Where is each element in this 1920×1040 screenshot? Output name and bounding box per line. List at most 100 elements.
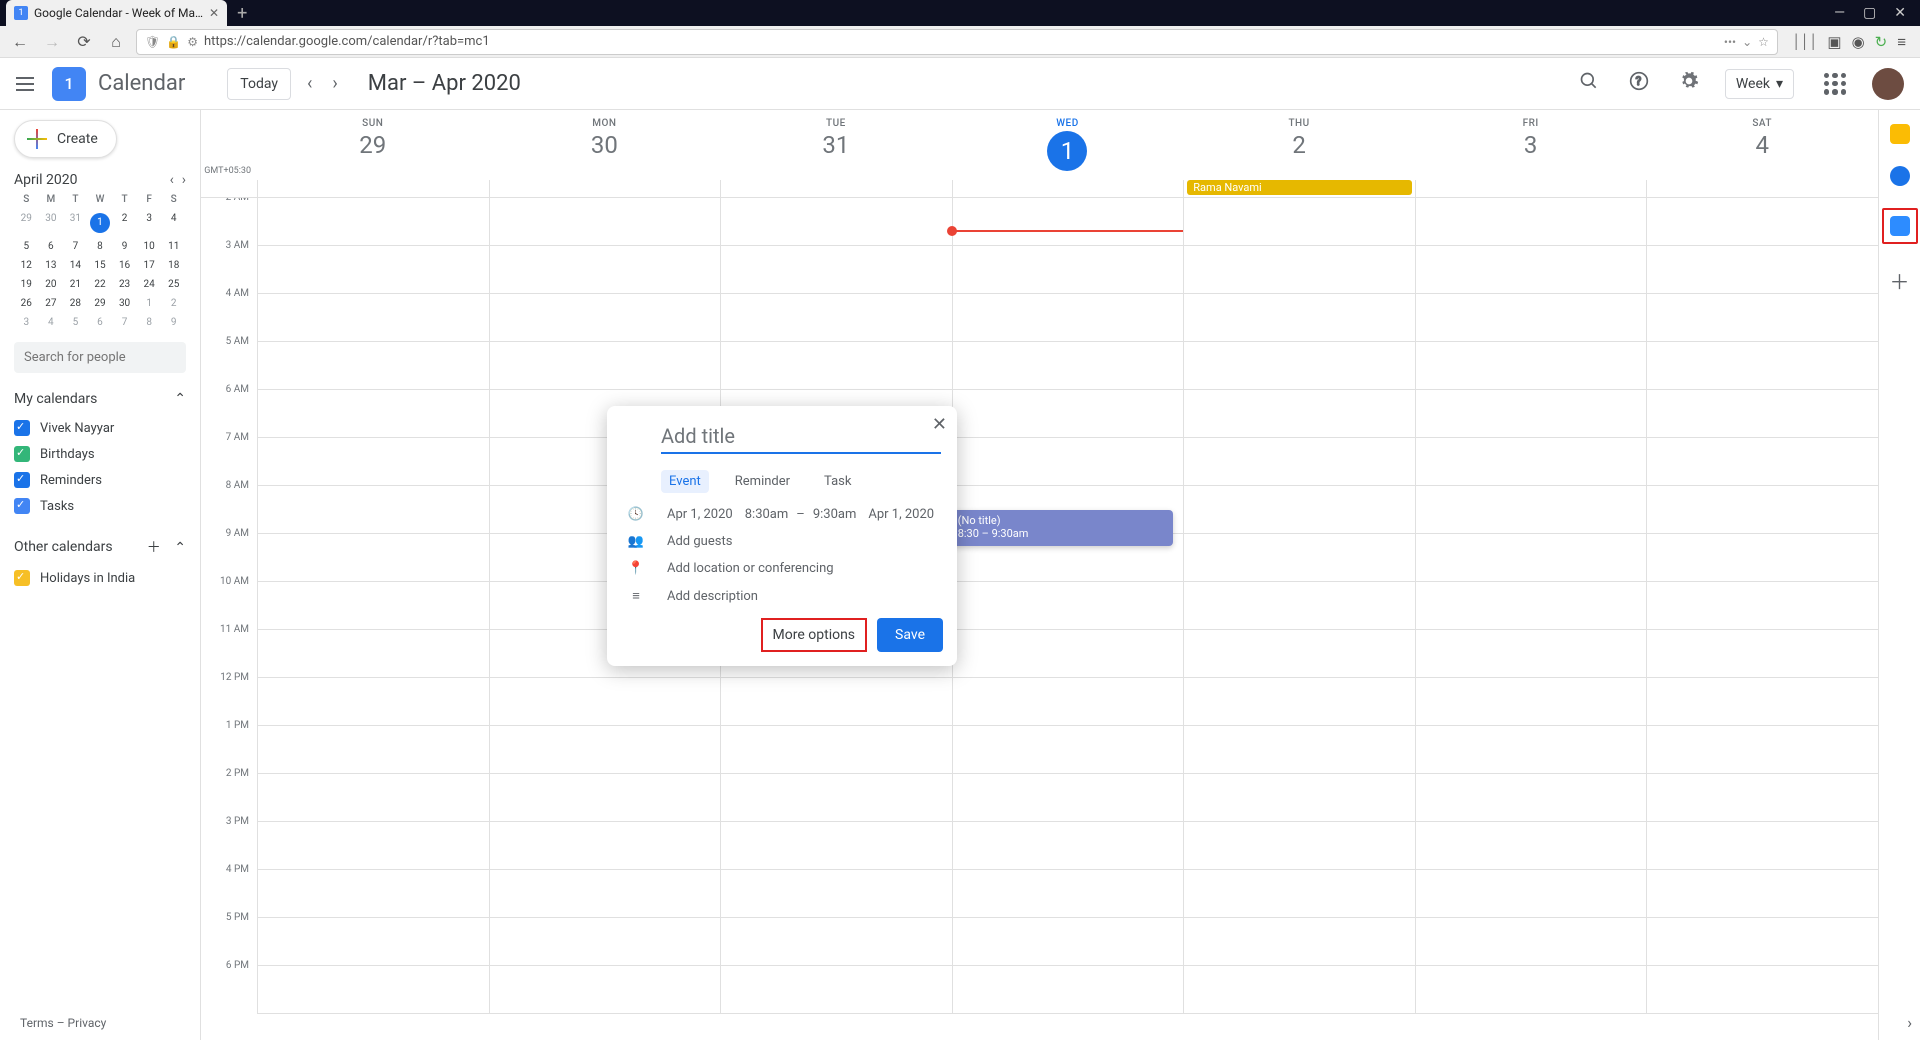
checkbox-icon[interactable]: [14, 570, 30, 586]
time-cell[interactable]: [1415, 198, 1647, 246]
add-calendar-icon[interactable]: ＋: [147, 540, 161, 556]
time-cell[interactable]: [720, 246, 952, 294]
time-cell[interactable]: [1183, 870, 1415, 918]
help-icon[interactable]: ?: [1629, 71, 1649, 96]
keep-icon[interactable]: [1890, 124, 1910, 144]
search-icon[interactable]: [1579, 71, 1599, 96]
time-cell[interactable]: [952, 918, 1184, 966]
time-cell[interactable]: [1415, 582, 1647, 630]
mini-calendar[interactable]: SMTWTFS293031123456789101112131415161718…: [14, 194, 186, 328]
time-cell[interactable]: [720, 966, 952, 1014]
time-cell[interactable]: [489, 726, 721, 774]
time-cell[interactable]: [952, 390, 1184, 438]
view-selector[interactable]: Week ▾: [1725, 69, 1794, 99]
time-cell[interactable]: [1415, 678, 1647, 726]
mini-day[interactable]: 17: [137, 260, 162, 271]
time-cell[interactable]: [720, 678, 952, 726]
time-cell[interactable]: [952, 582, 1184, 630]
mini-day[interactable]: 15: [88, 260, 113, 271]
time-cell[interactable]: [489, 294, 721, 342]
time-cell[interactable]: [1183, 438, 1415, 486]
time-cell[interactable]: [952, 198, 1184, 246]
allday-cell[interactable]: [489, 180, 721, 197]
mini-day[interactable]: 5: [14, 241, 39, 252]
home-button[interactable]: ⌂: [104, 30, 128, 54]
calendar-toggle[interactable]: Holidays in India: [14, 565, 186, 591]
time-cell[interactable]: [1646, 438, 1878, 486]
time-cell[interactable]: [1646, 822, 1878, 870]
mini-day[interactable]: 24: [137, 279, 162, 290]
minimize-icon[interactable]: —: [1834, 5, 1845, 21]
start-time[interactable]: 8:30am: [745, 507, 789, 522]
add-addon-icon[interactable]: ＋: [1890, 266, 1910, 295]
time-cell[interactable]: [1646, 630, 1878, 678]
time-cell[interactable]: [952, 342, 1184, 390]
mini-day[interactable]: 21: [63, 279, 88, 290]
account-icon[interactable]: ◉: [1852, 33, 1865, 51]
mini-day[interactable]: 14: [63, 260, 88, 271]
allday-cell[interactable]: [1415, 180, 1647, 197]
day-header[interactable]: THU2: [1183, 110, 1415, 180]
pending-event-block[interactable]: (No title) 8:30 – 9:30am: [952, 510, 1174, 546]
time-cell[interactable]: [1183, 726, 1415, 774]
mini-day[interactable]: 18: [161, 260, 186, 271]
mini-day[interactable]: 22: [88, 279, 113, 290]
checkbox-icon[interactable]: [14, 446, 30, 462]
mini-day[interactable]: 8: [137, 317, 162, 328]
time-cell[interactable]: [1183, 678, 1415, 726]
time-cell[interactable]: [257, 678, 489, 726]
mini-day[interactable]: 27: [39, 298, 64, 309]
calendar-toggle[interactable]: Birthdays: [14, 441, 186, 467]
time-cell[interactable]: [489, 870, 721, 918]
mini-day[interactable]: 16: [112, 260, 137, 271]
day-header[interactable]: FRI3: [1415, 110, 1647, 180]
time-cell[interactable]: [1183, 534, 1415, 582]
time-cell[interactable]: [257, 342, 489, 390]
day-header[interactable]: WED1: [952, 110, 1184, 180]
time-cell[interactable]: [1646, 582, 1878, 630]
mini-day[interactable]: 13: [39, 260, 64, 271]
more-options-button[interactable]: More options: [761, 618, 868, 652]
tab-reminder[interactable]: Reminder: [727, 470, 798, 493]
time-cell[interactable]: [1415, 342, 1647, 390]
time-cell[interactable]: [952, 294, 1184, 342]
time-cell[interactable]: [257, 966, 489, 1014]
mini-day[interactable]: 6: [88, 317, 113, 328]
time-cell[interactable]: [1415, 918, 1647, 966]
time-cell[interactable]: [1415, 246, 1647, 294]
time-cell[interactable]: [257, 534, 489, 582]
calendar-toggle[interactable]: Tasks: [14, 493, 186, 519]
mini-day[interactable]: 7: [112, 317, 137, 328]
mini-prev-month[interactable]: ‹: [170, 172, 174, 188]
hide-panel-button[interactable]: ›: [1907, 1013, 1912, 1032]
time-cell[interactable]: [1415, 438, 1647, 486]
time-cell[interactable]: [952, 822, 1184, 870]
time-cell[interactable]: [1415, 822, 1647, 870]
allday-cell[interactable]: [257, 180, 489, 197]
browser-tab[interactable]: 1 Google Calendar - Week of Ma… ✕: [6, 0, 227, 26]
create-event-button[interactable]: Create: [14, 120, 117, 158]
mini-day[interactable]: 30: [39, 213, 64, 233]
mini-day[interactable]: 19: [14, 279, 39, 290]
time-cell[interactable]: [1415, 870, 1647, 918]
time-cell[interactable]: [257, 630, 489, 678]
time-cell[interactable]: [1646, 390, 1878, 438]
time-cell[interactable]: [1646, 918, 1878, 966]
allday-event[interactable]: Rama Navami: [1187, 180, 1412, 195]
time-cell[interactable]: [720, 726, 952, 774]
time-cell[interactable]: [257, 582, 489, 630]
time-cell[interactable]: [489, 246, 721, 294]
mini-day[interactable]: 2: [161, 298, 186, 309]
mini-day[interactable]: 20: [39, 279, 64, 290]
time-cell[interactable]: [489, 342, 721, 390]
mini-day[interactable]: 29: [14, 213, 39, 233]
time-cell[interactable]: [257, 486, 489, 534]
time-cell[interactable]: [1183, 294, 1415, 342]
tab-close-icon[interactable]: ✕: [209, 6, 219, 20]
time-cell[interactable]: [1415, 390, 1647, 438]
close-window-icon[interactable]: ✕: [1894, 5, 1906, 21]
search-people-input[interactable]: [14, 342, 186, 373]
tab-event[interactable]: Event: [661, 470, 709, 493]
mini-day[interactable]: 2: [112, 213, 137, 233]
calendar-toggle[interactable]: Reminders: [14, 467, 186, 493]
